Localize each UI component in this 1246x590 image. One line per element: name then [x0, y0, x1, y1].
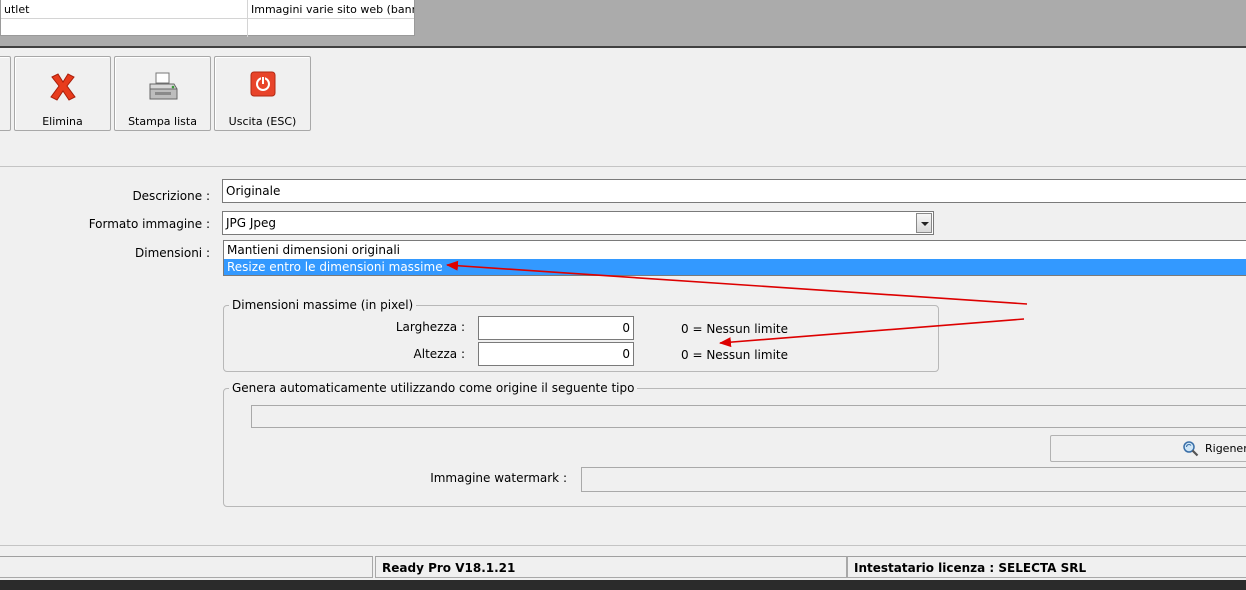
dropdown-arrow-icon[interactable] [916, 213, 932, 233]
descrizione-label: Descrizione : [132, 189, 210, 203]
bottom-bar [0, 580, 1246, 590]
formato-immagine-value: JPG Jpeg [226, 216, 277, 230]
grid-cell-description [248, 19, 414, 37]
dimensioni-massime-title: Dimensioni massime (in pixel) [229, 298, 417, 312]
rigenera-button[interactable]: Rigenera [1050, 435, 1246, 462]
printer-icon [147, 71, 179, 106]
larghezza-label: Larghezza : [395, 320, 465, 334]
uscita-button[interactable]: Uscita (ESC) [214, 56, 311, 131]
elimina-label: Elimina [42, 115, 83, 128]
origine-tipo-select[interactable] [251, 405, 1246, 428]
descrizione-input[interactable]: Originale [222, 179, 1246, 203]
uscita-label: Uscita (ESC) [228, 115, 297, 128]
divider [0, 545, 1246, 546]
delete-x-icon [47, 71, 79, 106]
stampa-lista-button[interactable]: Stampa lista [114, 56, 211, 131]
divider [0, 166, 1246, 167]
status-version: Ready Pro V18.1.21 [375, 556, 847, 578]
altezza-input[interactable]: 0 [478, 342, 634, 366]
status-left [0, 556, 373, 578]
table-row[interactable] [1, 19, 414, 37]
formato-immagine-select[interactable]: JPG Jpeg [222, 211, 934, 235]
larghezza-note: 0 = Nessun limite [681, 322, 788, 336]
genera-automaticamente-title: Genera automaticamente utilizzando come … [229, 381, 638, 395]
grid-cell-code: utlet [4, 3, 30, 16]
power-exit-icon [250, 71, 276, 100]
dimensioni-option-resize[interactable]: Resize entro le dimensioni massime [224, 259, 1246, 275]
grid-cell-description: Immagini varie sito web (banne... [251, 3, 414, 16]
image-types-grid[interactable]: utlet Immagini varie sito web (banne... [0, 0, 415, 37]
table-row[interactable]: utlet Immagini varie sito web (banne... [1, 1, 414, 19]
larghezza-input[interactable]: 0 [478, 316, 634, 340]
regenerate-icon [1182, 440, 1199, 460]
rigenera-label: Rigenera [1205, 442, 1246, 455]
dimensioni-option-originali[interactable]: Mantieni dimensioni originali [224, 242, 1246, 258]
immagine-watermark-label: Immagine watermark : [430, 471, 567, 485]
divider [0, 46, 1246, 48]
toolbar-button-partial[interactable] [0, 56, 11, 131]
dimensioni-label: Dimensioni : [135, 246, 210, 260]
altezza-note: 0 = Nessun limite [681, 348, 788, 362]
status-license: Intestatario licenza : SELECTA SRL [847, 556, 1246, 578]
elimina-button[interactable]: Elimina [14, 56, 111, 131]
formato-immagine-label: Formato immagine : [88, 217, 210, 231]
dimensioni-listbox[interactable]: Mantieni dimensioni originali Resize ent… [223, 240, 1246, 276]
immagine-watermark-input[interactable] [581, 467, 1246, 492]
altezza-label: Altezza : [413, 347, 465, 361]
stampa-lista-label: Stampa lista [128, 115, 197, 128]
grid-cell-code [1, 19, 246, 37]
